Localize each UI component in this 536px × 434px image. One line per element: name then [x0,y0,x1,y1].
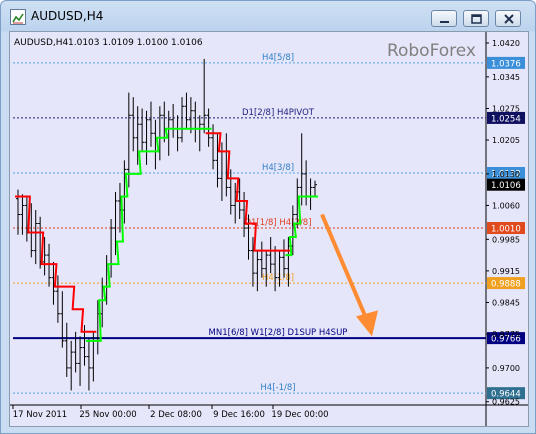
level-price-tag-text: 1.0376 [491,59,521,69]
maximize-icon [471,14,482,24]
minimize-button[interactable] [431,10,457,27]
level-label: H4[3/8] [262,163,294,173]
y-tick-label: 0.9625 [492,398,520,407]
chart-window: AUDUSD,H4 RoboForex AUDUSD,H4 1.0103 1.010… [0,0,536,434]
title-bar[interactable]: AUDUSD,H4 [1,1,535,31]
chart-canvas[interactable]: RoboForex AUDUSD,H4 1.0103 1.0109 1.0100 1… [10,32,528,426]
chart-symbol-label: AUDUSD,H4 [14,38,69,48]
y-tick-label: 1.0345 [492,73,520,82]
forecast-arrow-head [356,310,378,337]
y-tick-label: 0.9915 [492,267,520,276]
maximize-button[interactable] [463,10,489,27]
price-chart[interactable]: RoboForex AUDUSD,H4 1.0103 1.0109 1.0100 1… [9,31,529,427]
window-title: AUDUSD,H4 [31,9,104,23]
x-tick-label: 25 Nov 00:00 [79,410,136,420]
current-price-text: 1.0106 [491,181,521,191]
chart-ohlc-values: 1.0103 1.0109 1.0100 1.0106 [68,38,203,48]
red-trend-line [15,132,292,333]
level-price-tag-text: 1.0254 [491,114,521,124]
green-trend-line [85,127,318,342]
level-label: D1[2/8] H4PIVOT [242,108,315,118]
level-price-tag-text: 1.0010 [491,225,521,235]
y-tick-label: 0.9700 [492,364,520,373]
y-tick-label: 1.0060 [492,201,520,210]
level-price-tag-text: 0.9888 [491,280,521,290]
level-label: H4[-1/8] [260,383,295,393]
forecast-arrow-shaft [320,213,369,322]
x-tick-label: 9 Dec 16:00 [213,410,265,420]
y-tick-label: 0.9985 [492,235,520,244]
y-tick-label: 1.0205 [492,136,520,145]
watermark-text: RoboForex [387,41,476,61]
y-tick-label: 1.0275 [492,104,520,113]
close-icon [504,14,514,24]
y-tick-label: 1.0130 [492,170,520,179]
level-label: H4[5/8] [262,53,294,63]
close-button[interactable] [495,10,521,27]
x-tick-label: 17 Nov 2011 [13,410,67,420]
y-tick-label: 0.9845 [492,298,520,307]
x-tick-label: 19 Dec 00:00 [271,410,328,420]
y-tick-label: 0.9775 [492,330,520,339]
minimize-icon [440,21,449,23]
level-label: MN1[6/8] W1[2/8] D1SUP H4SUP [209,328,348,338]
y-tick-label: 1.0420 [492,39,520,48]
x-tick-label: 2 Dec 08:00 [150,410,202,420]
chart-window-icon [10,9,26,25]
